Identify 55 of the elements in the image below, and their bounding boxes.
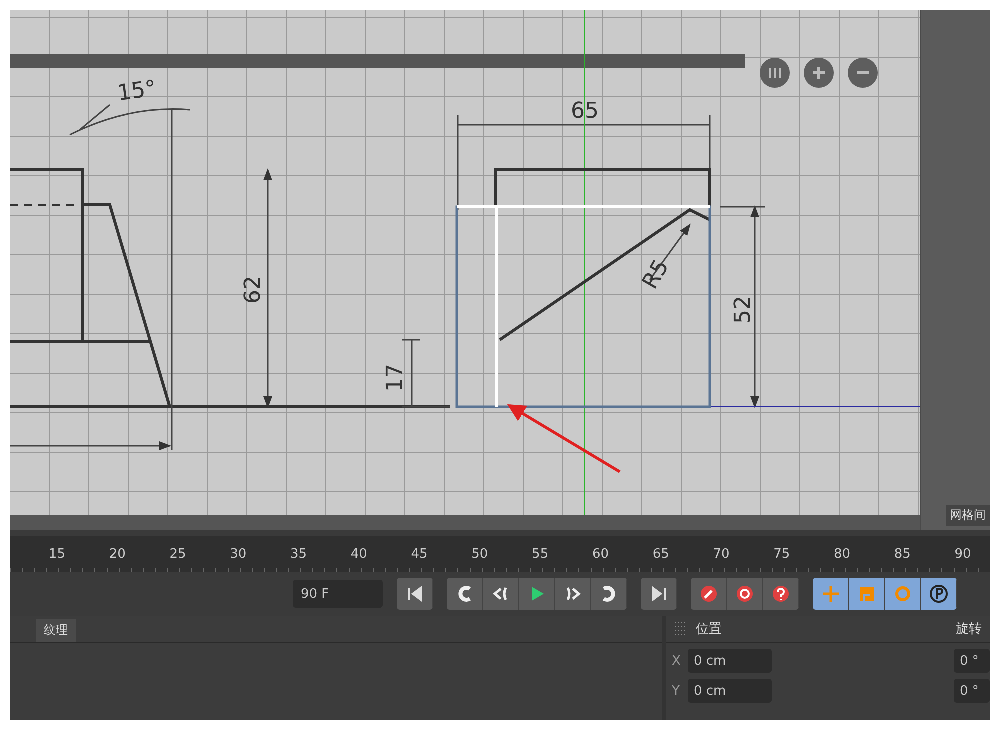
frame-number: 80 [833, 546, 852, 562]
rotation-field[interactable]: 0 ° [954, 649, 990, 673]
scale-tool-button[interactable] [849, 578, 885, 610]
bars-icon [769, 68, 781, 78]
frame-number: 30 [229, 546, 248, 562]
grid-spacing-label: 网格间 [946, 505, 990, 526]
question-icon [770, 584, 790, 604]
frame-number: 20 [108, 546, 127, 562]
next-key-button[interactable] [591, 578, 627, 610]
step-forward-button[interactable] [555, 578, 591, 610]
previous-key-button[interactable] [447, 578, 483, 610]
frame-number: 70 [712, 546, 731, 562]
record-button[interactable] [691, 578, 727, 610]
rotate-icon [892, 584, 912, 604]
frame-number: 60 [591, 546, 610, 562]
move-tool-button[interactable] [813, 578, 849, 610]
axis-label: Y [672, 684, 681, 698]
grip-icon [674, 622, 688, 636]
frame-number: 35 [289, 546, 308, 562]
parameter-tool-button[interactable] [921, 578, 957, 610]
plus-icon [813, 67, 825, 79]
panel-tab[interactable]: 纹理 [36, 619, 76, 642]
dimension-label: R5 [638, 256, 675, 294]
help-button[interactable] [763, 578, 799, 610]
play-button[interactable] [519, 578, 555, 610]
frame-number: 40 [350, 546, 368, 562]
dimension-label: 17 [383, 364, 408, 392]
p-circle-icon [928, 584, 948, 604]
go-to-end-button[interactable] [641, 578, 677, 610]
dimension-label: 62 [241, 276, 266, 304]
position-field[interactable]: 0 cm [688, 649, 772, 673]
step-back-button[interactable] [483, 578, 519, 610]
go-to-start-button[interactable] [397, 578, 433, 610]
section-title: 位置 [696, 621, 722, 638]
minus-icon [857, 71, 869, 75]
frame-number: 15 [48, 546, 66, 562]
dimension-label: 15° [116, 76, 158, 107]
frame-number: 25 [168, 546, 188, 562]
autokey-button[interactable] [727, 578, 763, 610]
timeline-ruler[interactable]: 15 20 25 30 35 40 45 50 55 60 65 70 75 80 85 90 [10, 536, 990, 572]
dimension-label: 52 [731, 296, 756, 324]
frame-number: 65 [652, 546, 670, 562]
frame-number: 90 [954, 546, 972, 562]
rotation-field[interactable]: 0 ° [954, 679, 990, 703]
section-title: 旋转 [956, 621, 982, 638]
move-icon [820, 584, 840, 604]
frame-number: 50 [470, 546, 490, 562]
frame-number: 85 [893, 546, 912, 562]
frame-number: 55 [531, 546, 550, 562]
rotate-tool-button[interactable] [885, 578, 921, 610]
position-field[interactable]: 0 cm [688, 679, 772, 703]
frame-number: 45 [410, 546, 429, 562]
axis-label: X [672, 654, 682, 668]
frame-number: 75 [772, 546, 792, 562]
end-frame-field[interactable]: 90 F [293, 580, 383, 608]
